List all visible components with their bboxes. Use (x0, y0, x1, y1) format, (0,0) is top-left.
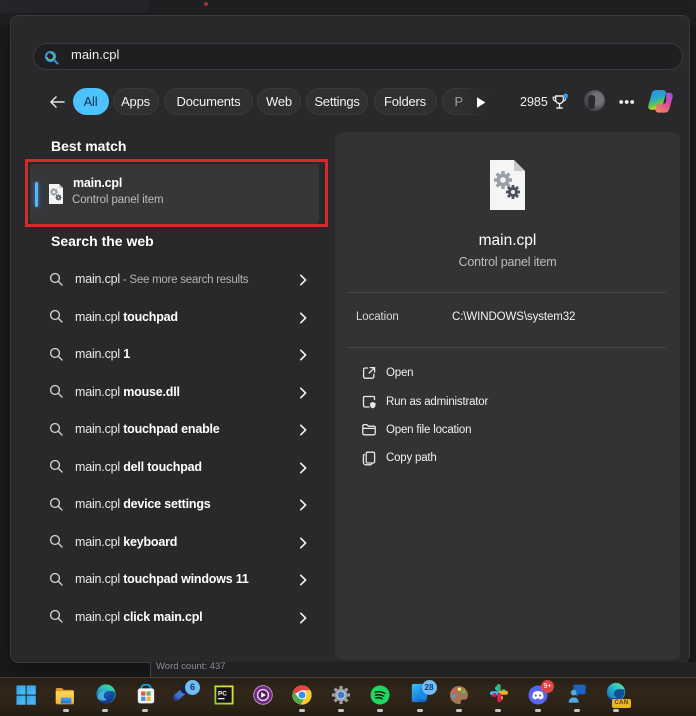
svg-text:PC: PC (218, 691, 227, 698)
